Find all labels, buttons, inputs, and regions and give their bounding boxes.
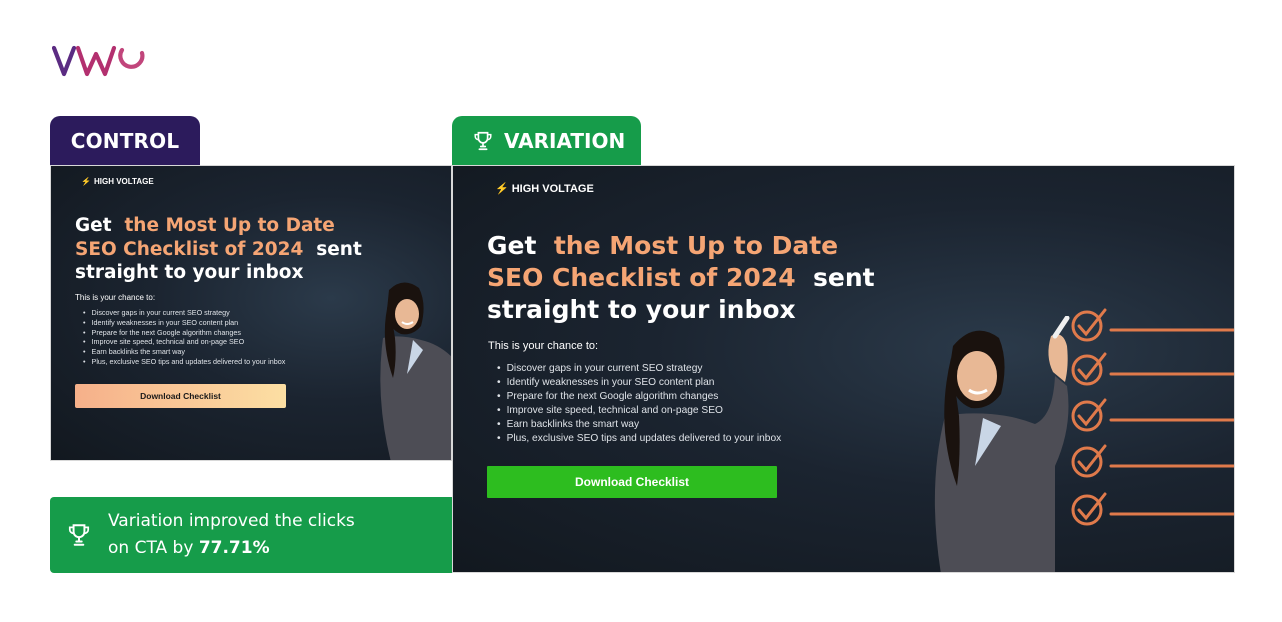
headline-prefix: Get [75, 215, 112, 236]
list-item: Plus, exclusive SEO tips and updates del… [83, 357, 286, 367]
benefit-list: Discover gaps in your current SEO strate… [497, 362, 782, 446]
headline: Get the Most Up to Date SEO Checklist of… [487, 230, 887, 326]
tab-variation: VARIATION [452, 116, 641, 166]
control-landing-page: ⚡ HIGH VOLTAGE Get the Most Up to Date S… [50, 165, 452, 461]
headline-suffix-2: straight to your inbox [487, 295, 796, 324]
headline-suffix-1: sent [813, 263, 875, 292]
brand-name: HIGH VOLTAGE [511, 182, 594, 195]
tab-control-label: CONTROL [70, 129, 180, 153]
download-checklist-button[interactable]: Download Checklist [487, 466, 777, 498]
result-banner: Variation improved the clicks on CTA by … [50, 497, 452, 573]
download-checklist-button[interactable]: Download Checklist [75, 384, 286, 408]
result-line-2: on CTA by [108, 538, 194, 558]
headline-prefix: Get [487, 231, 537, 260]
trophy-icon [474, 131, 492, 151]
brand-logo: ⚡ HIGH VOLTAGE [81, 177, 154, 186]
list-item: Plus, exclusive SEO tips and updates del… [497, 432, 782, 446]
list-item: Discover gaps in your current SEO strate… [83, 308, 285, 318]
headline-highlight-1: the Most Up to Date [124, 215, 335, 236]
list-item: Identify weaknesses in your SEO content … [83, 318, 285, 328]
brand-name: HIGH VOLTAGE [93, 177, 154, 186]
benefit-list: Discover gaps in your current SEO strate… [83, 308, 286, 367]
headline-highlight-1: the Most Up to Date [553, 231, 839, 260]
list-item: Earn backlinks the smart way [83, 347, 285, 357]
vwo-logo [52, 45, 145, 77]
woman-image [380, 282, 451, 460]
headline-suffix-1: sent [316, 238, 362, 260]
list-item: Improve site speed, technical and on-pag… [497, 404, 781, 418]
headline-suffix-2: straight to your inbox [75, 262, 304, 283]
headline: Get the Most Up to Date SEO Checklist of… [75, 214, 375, 285]
intro-text: This is your chance to: [488, 340, 599, 352]
trophy-icon [68, 524, 90, 546]
woman-image [934, 316, 1070, 572]
bolt-icon: ⚡ [81, 177, 91, 186]
variation-landing-page: ⚡ HIGH VOLTAGE Get the Most Up to Date S… [452, 165, 1235, 573]
brand-logo: ⚡ HIGH VOLTAGE [495, 182, 594, 196]
intro-text: This is your chance to: [75, 293, 156, 302]
checklist-illustration [1071, 308, 1234, 526]
list-item: Identify weaknesses in your SEO content … [497, 376, 781, 390]
result-text: Variation improved the clicks on CTA by … [108, 508, 355, 562]
headline-highlight-2: SEO Checklist of 2024 [75, 238, 304, 260]
list-item: Earn backlinks the smart way [497, 418, 781, 432]
tab-variation-label: VARIATION [504, 129, 626, 153]
bolt-icon: ⚡ [495, 183, 509, 195]
tab-control: CONTROL [50, 116, 200, 166]
list-item: Improve site speed, technical and on-pag… [83, 337, 285, 347]
list-item: Prepare for the next Google algorithm ch… [497, 390, 781, 404]
list-item: Prepare for the next Google algorithm ch… [83, 328, 285, 338]
result-value: 77.71% [198, 538, 270, 558]
list-item: Discover gaps in your current SEO strate… [497, 362, 781, 376]
result-line-1: Variation improved the clicks [108, 511, 355, 531]
headline-highlight-2: SEO Checklist of 2024 [487, 263, 796, 292]
